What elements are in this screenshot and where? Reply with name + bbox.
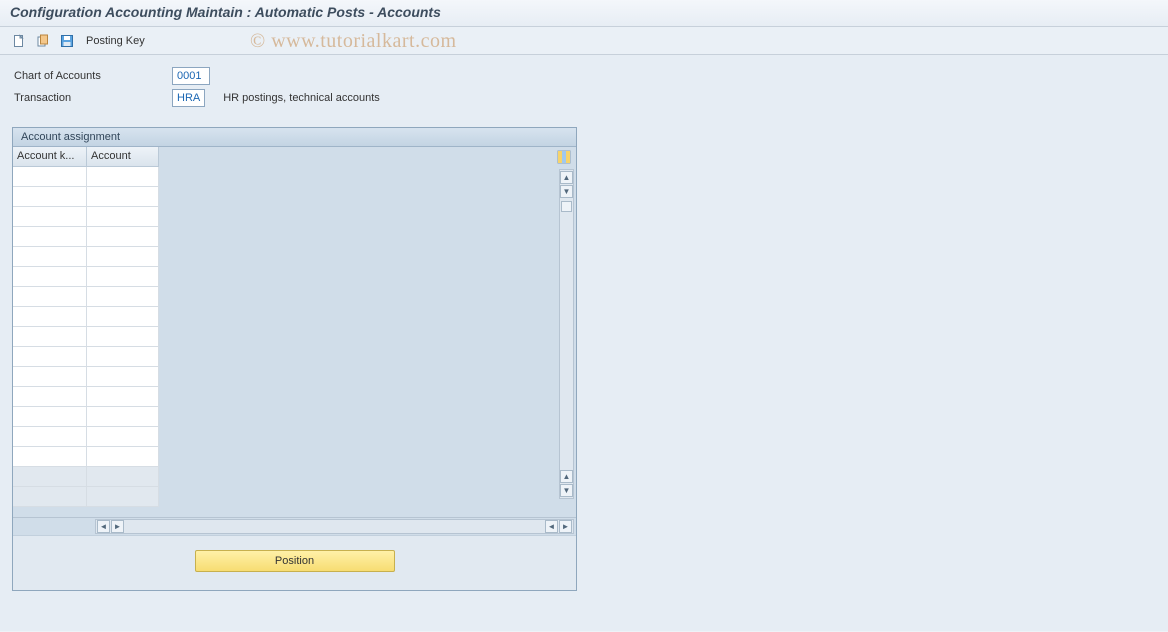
scroll-down-icon[interactable]: ▼ (560, 484, 573, 497)
table-settings-icon[interactable] (556, 149, 572, 165)
table-row[interactable] (13, 487, 159, 507)
field-row-chart: Chart of Accounts 0001 (12, 65, 1156, 87)
horizontal-scrollbar[interactable]: ◄ ► ◄ ► (95, 519, 574, 534)
table-row[interactable] (13, 187, 159, 207)
grid-table: Account k... Account (13, 147, 159, 517)
table-row[interactable] (13, 367, 159, 387)
table-row[interactable] (13, 447, 159, 467)
transaction-description: HR postings, technical accounts (223, 92, 380, 104)
panel-footer: Position (13, 535, 576, 590)
table-row[interactable] (13, 247, 159, 267)
field-row-transaction: Transaction HRA HR postings, technical a… (12, 87, 1156, 109)
column-header-account[interactable]: Account (87, 147, 159, 167)
scroll-right-icon[interactable]: ► (559, 520, 572, 533)
table-row[interactable] (13, 287, 159, 307)
table-row[interactable] (13, 347, 159, 367)
chart-of-accounts-value[interactable]: 0001 (172, 67, 210, 85)
transaction-value[interactable]: HRA (172, 89, 205, 107)
table-row[interactable] (13, 227, 159, 247)
grid-header-row: Account k... Account (13, 147, 159, 167)
save-icon[interactable] (58, 32, 76, 50)
scroll-left-end-icon[interactable]: ◄ (545, 520, 558, 533)
table-row[interactable] (13, 387, 159, 407)
panel-header: Account assignment (13, 128, 576, 147)
scroll-thumb[interactable] (561, 201, 572, 212)
scroll-up-end-icon[interactable]: ▲ (560, 470, 573, 483)
account-assignment-panel: Account assignment Account k... Account (12, 127, 577, 591)
table-row[interactable] (13, 427, 159, 447)
position-button[interactable]: Position (195, 550, 395, 572)
vertical-scrollbar[interactable]: ▲ ▼ ▲ ▼ (559, 169, 574, 499)
content-area: Chart of Accounts 0001 Transaction HRA H… (0, 55, 1168, 631)
grid-empty-area: ▲ ▼ ▲ ▼ (159, 147, 576, 517)
posting-key-button[interactable]: Posting Key (86, 35, 145, 47)
page-title: Configuration Accounting Maintain : Auto… (10, 4, 441, 20)
scroll-right-step-icon[interactable]: ► (111, 520, 124, 533)
scroll-up-icon[interactable]: ▲ (560, 171, 573, 184)
table-row[interactable] (13, 267, 159, 287)
title-bar: Configuration Accounting Maintain : Auto… (0, 0, 1168, 27)
table-row[interactable] (13, 407, 159, 427)
table-row[interactable] (13, 167, 159, 187)
copy-icon[interactable] (34, 32, 52, 50)
scroll-left-icon[interactable]: ◄ (97, 520, 110, 533)
transaction-label: Transaction (12, 92, 162, 104)
table-row[interactable] (13, 307, 159, 327)
horizontal-scroll-row: ◄ ► ◄ ► (13, 517, 576, 535)
grid-area: Account k... Account (13, 147, 576, 517)
new-document-icon[interactable] (10, 32, 28, 50)
column-header-account-key[interactable]: Account k... (13, 147, 87, 167)
table-row[interactable] (13, 207, 159, 227)
table-row[interactable] (13, 327, 159, 347)
scroll-down-step-icon[interactable]: ▼ (560, 185, 573, 198)
toolbar: Posting Key (0, 27, 1168, 55)
grid-body (13, 167, 159, 517)
chart-of-accounts-label: Chart of Accounts (12, 70, 162, 82)
table-row[interactable] (13, 467, 159, 487)
